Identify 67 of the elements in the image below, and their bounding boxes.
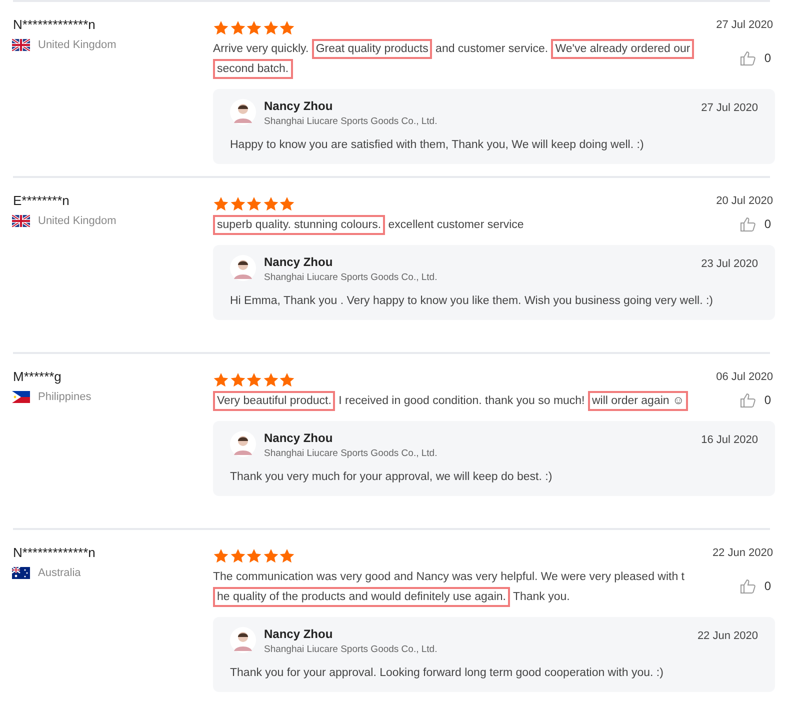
- thumbs-up-icon[interactable]: [740, 50, 756, 66]
- star-icon: [213, 196, 229, 212]
- star-icon: [213, 20, 229, 36]
- avatar-icon: [230, 99, 256, 125]
- company-name: Shanghai Liucare Sports Goods Co., Ltd.: [264, 644, 438, 655]
- star-icon: [262, 548, 278, 564]
- star-icon: [246, 196, 262, 212]
- seller-name: Nancy Zhou: [264, 99, 334, 113]
- star-icon: [262, 20, 278, 36]
- reviewer-name: N*************n: [13, 545, 96, 560]
- like-count: 0: [764, 578, 771, 592]
- star-icon: [230, 20, 246, 36]
- star-icon: [246, 20, 262, 36]
- thumbs-up-icon[interactable]: [740, 392, 756, 408]
- reply-text: Hi Emma, Thank you . Very happy to know you like them. Wish you business going very well. :): [230, 295, 714, 307]
- like-count: 0: [764, 50, 771, 64]
- star-icon: [262, 372, 278, 388]
- star-icon: [279, 548, 295, 564]
- reply-date: 27 Jul 2020: [701, 101, 758, 114]
- flag-icon: [12, 391, 30, 403]
- reviewer-name: N*************n: [13, 17, 96, 32]
- star-icon: [246, 548, 262, 564]
- review-date: 06 Jul 2020: [716, 370, 774, 385]
- thumbs-up-icon[interactable]: [740, 578, 756, 594]
- flag-icon: [12, 215, 30, 227]
- star-icon: [213, 548, 229, 564]
- avatar-icon: [230, 627, 256, 653]
- star-icon: [246, 372, 262, 388]
- review-text: Very beautiful product. I received in good condition. thank you so much! will order again ☺: [213, 391, 713, 411]
- seller-name: Nancy Zhou: [264, 627, 334, 641]
- like-count: 0: [764, 216, 771, 230]
- like-count: 0: [764, 392, 771, 406]
- avatar-icon: [230, 431, 256, 457]
- star-icon: [230, 372, 246, 388]
- star-icon: [213, 372, 229, 388]
- seller-name: Nancy Zhou: [264, 255, 334, 269]
- reviewer-name: E********n: [13, 193, 70, 208]
- flag-icon: [12, 567, 30, 579]
- review-date: 27 Jul 2020: [716, 18, 774, 33]
- reply-date: 16 Jul 2020: [701, 433, 758, 446]
- star-icon: [279, 372, 295, 388]
- country-name: United Kingdom: [38, 215, 116, 227]
- star-icon: [262, 196, 278, 212]
- company-name: Shanghai Liucare Sports Goods Co., Ltd.: [264, 272, 438, 283]
- country-name: Philippines: [38, 391, 92, 403]
- star-icon: [279, 196, 295, 212]
- reviewer-name: M******g: [13, 369, 62, 384]
- company-name: Shanghai Liucare Sports Goods Co., Ltd.: [264, 448, 438, 459]
- review-text: The communication was very good and Nancy was very helpful. We were very pleased with t he quality of the products and would definitely use again. Thank you.: [213, 567, 713, 607]
- company-name: Shanghai Liucare Sports Goods Co., Ltd.: [264, 116, 438, 127]
- reply-date: 23 Jul 2020: [701, 257, 758, 270]
- thumbs-up-icon[interactable]: [740, 216, 756, 232]
- review-date: 22 Jun 2020: [712, 546, 774, 561]
- reply-text: Thank you very much for your approval, we will keep do best. :): [230, 471, 554, 483]
- seller-name: Nancy Zhou: [264, 431, 334, 445]
- review-text: superb quality. stunning colours. excellent customer service: [213, 215, 713, 235]
- star-icon: [230, 196, 246, 212]
- reply-text: Happy to know you are satisfied with them, Thank you, We will keep doing well. :): [230, 139, 645, 151]
- flag-icon: [12, 39, 30, 51]
- country-name: Australia: [38, 567, 81, 579]
- country-name: United Kingdom: [38, 39, 116, 51]
- star-icon: [230, 548, 246, 564]
- review-date: 20 Jul 2020: [716, 194, 774, 209]
- avatar-icon: [230, 255, 256, 281]
- reply-date: 22 Jun 2020: [697, 629, 758, 642]
- star-icon: [279, 20, 295, 36]
- reply-text: Thank you for your approval. Looking forward long term good cooperation with you. :): [230, 667, 664, 679]
